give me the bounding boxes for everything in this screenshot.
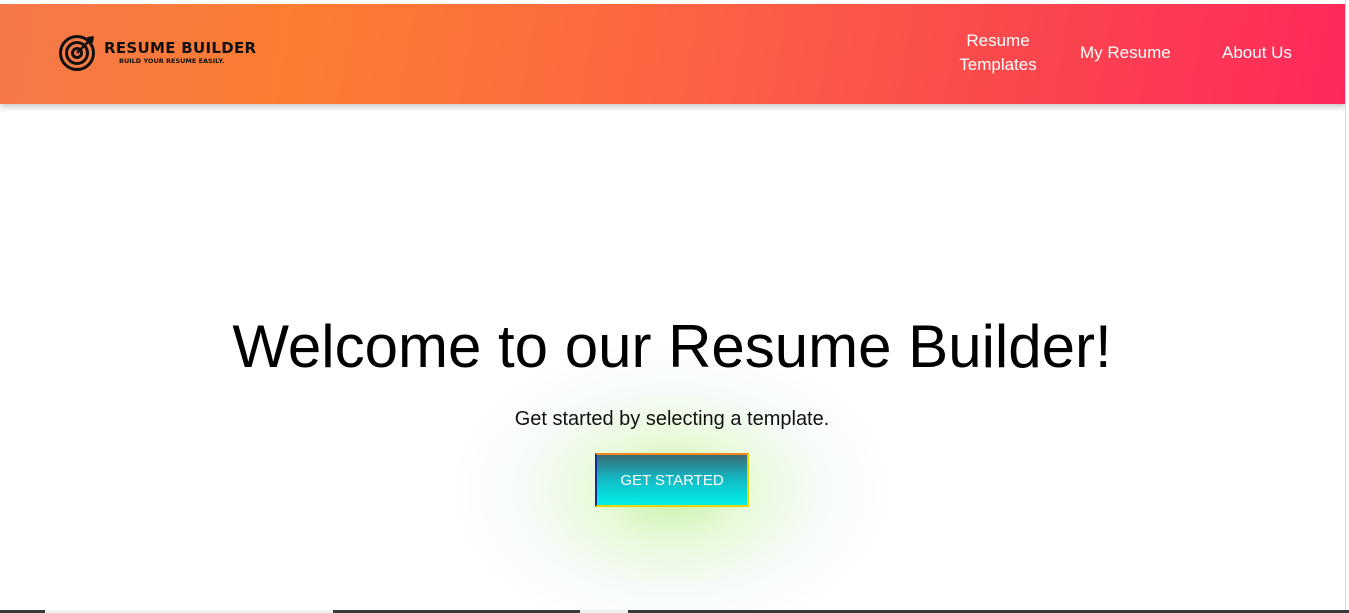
nav-link-resume-templates[interactable]: Resume Templates [958, 29, 1038, 77]
brand-tagline: BUILD YOUR RESUME EASILY. [119, 56, 225, 65]
brand-logo[interactable]: RESUME BUILDER BUILD YOUR RESUME EASILY. [58, 32, 256, 72]
navbar: RESUME BUILDER BUILD YOUR RESUME EASILY.… [0, 4, 1346, 104]
hero-subtitle: Get started by selecting a template. [514, 408, 830, 430]
target-arrow-icon [59, 35, 95, 71]
window-right-edge [1345, 0, 1349, 613]
page: RESUME BUILDER BUILD YOUR RESUME EASILY.… [0, 0, 1349, 613]
brand-text: RESUME BUILDER BUILD YOUR RESUME EASILY. [104, 38, 257, 65]
brand-title: RESUME BUILDER [104, 38, 257, 57]
nav-link-my-resume[interactable]: My Resume [1080, 41, 1171, 65]
get-started-button[interactable]: GET STARTED [595, 453, 749, 507]
hero-title: Welcome to our Resume Builder! [232, 313, 1112, 380]
nav-link-about-us[interactable]: About Us [1222, 41, 1292, 65]
